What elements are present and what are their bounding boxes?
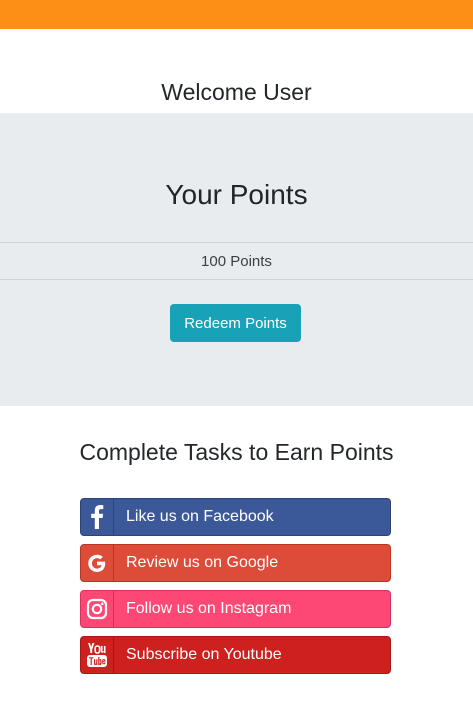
points-title: Your Points [165,179,308,210]
youtube-icon [81,637,114,673]
instagram-icon [81,591,114,627]
points-value-row: 100 Points [0,242,473,280]
instagram-button[interactable]: Follow us on Instagram [80,590,391,628]
youtube-button-label: Subscribe on Youtube [126,646,282,663]
google-button[interactable]: Review us on Google [80,544,391,582]
google-icon [81,545,114,581]
points-value: 100 Points [201,252,272,270]
points-panel: Your Points 100 Points Redeem Points [0,113,473,406]
google-button-label: Review us on Google [126,554,279,571]
facebook-button-label: Like us on Facebook [126,508,274,525]
youtube-button[interactable]: Subscribe on Youtube [80,636,391,674]
welcome-heading: Welcome User [161,79,312,105]
tasks-heading: Complete Tasks to Earn Points [79,439,394,465]
top-bar [0,0,473,29]
redeem-points-button[interactable]: Redeem Points [170,304,301,342]
facebook-button[interactable]: Like us on Facebook [80,498,391,536]
facebook-icon [81,499,114,535]
instagram-button-label: Follow us on Instagram [126,600,292,617]
